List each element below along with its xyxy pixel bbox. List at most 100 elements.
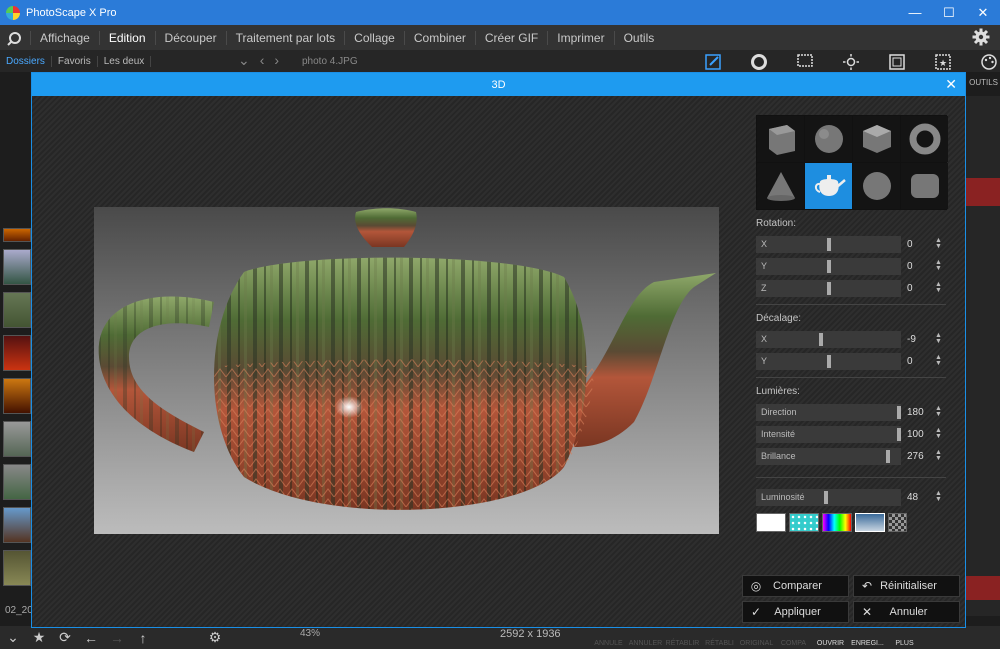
- chevron-right-icon[interactable]: ›: [274, 52, 279, 69]
- rotation-y-slider[interactable]: Y: [756, 257, 901, 275]
- thumbnail[interactable]: [3, 292, 31, 328]
- spinner-icon[interactable]: ▲ ▼: [935, 332, 942, 345]
- menu-outils[interactable]: Outils: [613, 30, 664, 45]
- thumbnail[interactable]: [3, 249, 31, 285]
- tab-les-deux[interactable]: Les deux: [98, 55, 152, 67]
- thumbnail[interactable]: [3, 464, 31, 500]
- apply-button[interactable]: ✓ Appliquer: [742, 601, 849, 623]
- rotation-x-slider[interactable]: X: [756, 235, 901, 253]
- action-original[interactable]: ORIGINAL: [738, 640, 775, 647]
- swatch-dots[interactable]: [789, 513, 819, 532]
- sun-icon[interactable]: [828, 50, 874, 74]
- offset-x-slider[interactable]: X: [756, 330, 901, 348]
- thumbnail[interactable]: [3, 507, 31, 543]
- action-annule[interactable]: ANNULE: [590, 640, 627, 647]
- reset-button[interactable]: ↶ Réinitialiser: [853, 575, 960, 597]
- shape-cube[interactable]: [853, 116, 900, 162]
- close-window-button[interactable]: ✕: [966, 0, 1000, 25]
- shine-slider[interactable]: Brillance: [756, 447, 901, 465]
- minimize-button[interactable]: —: [898, 0, 932, 25]
- action-enregistrer[interactable]: ENREGI...: [849, 640, 886, 647]
- offset-y-value[interactable]: 0: [901, 356, 935, 367]
- shape-rounded-box[interactable]: [901, 163, 948, 209]
- compare-button[interactable]: ◎ Comparer: [742, 575, 849, 597]
- spinner-icon[interactable]: ▲ ▼: [935, 237, 942, 250]
- preview-canvas[interactable]: [94, 207, 719, 534]
- spinner-icon[interactable]: ▲ ▼: [935, 259, 942, 272]
- shape-teapot[interactable]: [805, 163, 852, 209]
- menu-combiner[interactable]: Combiner: [403, 30, 475, 45]
- thumbnail[interactable]: [3, 228, 31, 242]
- palette-icon[interactable]: [966, 50, 1000, 74]
- action-annuler[interactable]: ANNULER: [627, 640, 664, 647]
- settings-gear-icon[interactable]: [972, 28, 990, 49]
- thumbnail[interactable]: [3, 550, 31, 586]
- action-retabli[interactable]: RÉTABLI: [701, 640, 738, 647]
- swatch-white[interactable]: [756, 513, 786, 532]
- tab-favoris[interactable]: Favoris: [52, 55, 98, 67]
- menu-traitement-par-lots[interactable]: Traitement par lots: [225, 30, 345, 45]
- tab-dossiers[interactable]: Dossiers: [0, 55, 52, 67]
- spinner-icon[interactable]: ▲ ▼: [935, 449, 942, 462]
- arrow-right-icon[interactable]: →: [104, 626, 130, 649]
- arrow-up-icon[interactable]: ↑: [130, 626, 156, 649]
- action-retablir[interactable]: RÉTABLIR: [664, 640, 701, 647]
- swatch-gradient[interactable]: [855, 513, 885, 532]
- spinner-icon[interactable]: ▲ ▼: [935, 281, 942, 294]
- swatch-checker[interactable]: [888, 513, 907, 532]
- thumbnail[interactable]: [3, 421, 31, 457]
- offset-x-value[interactable]: -9: [901, 334, 935, 345]
- menu-creer-gif[interactable]: Créer GIF: [474, 30, 547, 45]
- menu-decouper[interactable]: Découper: [154, 30, 226, 45]
- action-plus[interactable]: PLUS: [886, 640, 923, 647]
- spinner-icon[interactable]: ▲ ▼: [935, 427, 942, 440]
- shape-disc[interactable]: [853, 163, 900, 209]
- rotation-x-row: X 0 ▲ ▼: [756, 233, 946, 255]
- direction-value[interactable]: 180: [901, 407, 935, 418]
- shape-cone[interactable]: [757, 163, 804, 209]
- rotate-icon[interactable]: ⟳: [52, 626, 78, 649]
- offset-y-row: Y 0 ▲ ▼: [756, 350, 946, 372]
- shape-torus[interactable]: [901, 116, 948, 162]
- comment-icon[interactable]: [782, 50, 828, 74]
- shape-sphere[interactable]: [805, 116, 852, 162]
- frame-icon[interactable]: [874, 50, 920, 74]
- shape-slab[interactable]: [757, 116, 804, 162]
- action-compa[interactable]: COMPA: [775, 640, 812, 647]
- thumbnail[interactable]: [3, 378, 31, 414]
- rotation-x-value[interactable]: 0: [901, 239, 935, 250]
- rotation-z-value[interactable]: 0: [901, 283, 935, 294]
- circle-tool-icon[interactable]: [736, 50, 782, 74]
- spinner-icon[interactable]: ▲ ▼: [935, 405, 942, 418]
- maximize-button[interactable]: ☐: [932, 0, 966, 25]
- offset-y-slider[interactable]: Y: [756, 352, 901, 370]
- spinner-icon[interactable]: ▲ ▼: [935, 354, 942, 367]
- intensity-slider[interactable]: Intensité: [756, 425, 901, 443]
- direction-slider[interactable]: Direction: [756, 403, 901, 421]
- rotation-y-value[interactable]: 0: [901, 261, 935, 272]
- star-icon[interactable]: ★: [26, 626, 52, 649]
- chevron-left-icon[interactable]: ‹: [260, 52, 265, 69]
- arrow-left-icon[interactable]: ←: [78, 626, 104, 649]
- shine-value[interactable]: 276: [901, 451, 935, 462]
- menu-imprimer[interactable]: Imprimer: [547, 30, 613, 45]
- action-ouvrir[interactable]: OUVRIR: [812, 640, 849, 647]
- home-icon[interactable]: [0, 25, 30, 50]
- menu-collage[interactable]: Collage: [344, 30, 404, 45]
- star-select-icon[interactable]: ★: [920, 50, 966, 74]
- rotation-z-slider[interactable]: Z: [756, 279, 901, 297]
- swatch-rainbow[interactable]: [822, 513, 852, 532]
- close-icon[interactable]: ✕: [945, 76, 957, 92]
- chevron-down-icon[interactable]: ⌄: [238, 52, 250, 69]
- brightness-slider[interactable]: Luminosité: [756, 488, 901, 506]
- spinner-icon[interactable]: ▲ ▼: [935, 490, 942, 503]
- edit-pen-icon[interactable]: [690, 50, 736, 74]
- brightness-value[interactable]: 48: [901, 492, 935, 503]
- menu-affichage[interactable]: Affichage: [30, 30, 99, 45]
- cancel-button[interactable]: ✕ Annuler: [853, 601, 960, 623]
- intensity-value[interactable]: 100: [901, 429, 935, 440]
- chevron-down-icon[interactable]: ⌄: [0, 626, 26, 649]
- thumbnail[interactable]: [3, 335, 31, 371]
- gear-icon[interactable]: ⚙: [202, 626, 228, 649]
- menu-edition[interactable]: Edition: [98, 30, 155, 45]
